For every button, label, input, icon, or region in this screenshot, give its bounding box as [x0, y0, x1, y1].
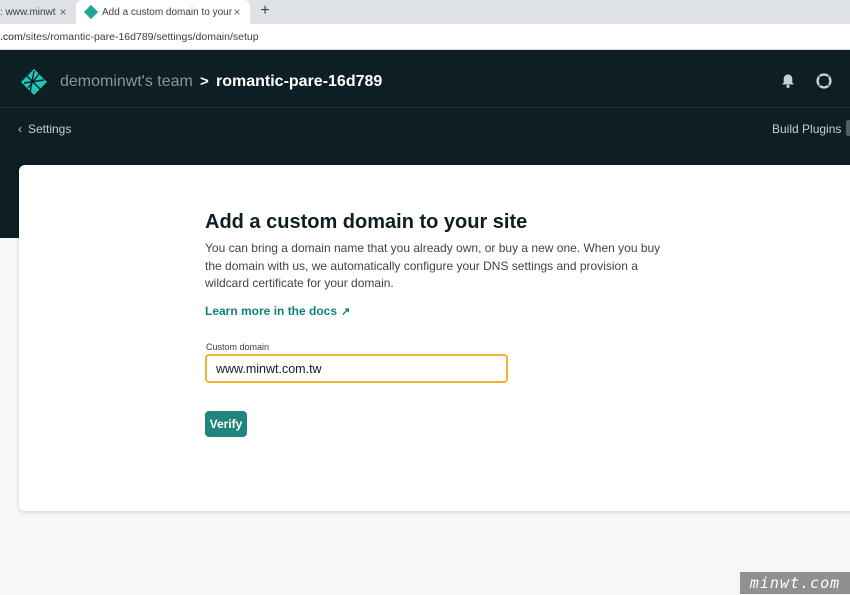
- back-to-settings-link[interactable]: ‹ Settings: [18, 122, 71, 136]
- tab-title: : www.minwt: [0, 6, 56, 18]
- header-divider: [0, 107, 850, 108]
- learn-more-docs-link[interactable]: Learn more in the docs ↗: [205, 304, 350, 318]
- breadcrumb-separator: >: [200, 73, 209, 90]
- new-tab-button[interactable]: +: [256, 2, 274, 20]
- netlify-favicon-icon: [83, 4, 99, 20]
- custom-domain-label: Custom domain: [206, 342, 270, 352]
- lifebuoy-help-icon[interactable]: [816, 73, 832, 89]
- url-text[interactable]: .com/sites/romantic-pare-16d789/settings…: [0, 31, 259, 43]
- scroll-edge-indicator: [846, 120, 850, 136]
- browser-tab-bar: : www.minwt × Add a custom domain to you…: [0, 0, 850, 24]
- url-domain: .com: [0, 31, 23, 43]
- chevron-left-icon: ‹: [18, 122, 22, 136]
- site-name-link[interactable]: romantic-pare-16d789: [216, 73, 382, 91]
- docs-link-label: Learn more in the docs: [205, 304, 338, 318]
- build-plugins-link[interactable]: Build Plugins: [772, 122, 841, 136]
- verify-button[interactable]: Verify: [205, 411, 247, 437]
- external-link-icon: ↗: [341, 305, 351, 318]
- back-link-label: Settings: [28, 122, 72, 136]
- url-path: /sites/romantic-pare-16d789/settings/dom…: [22, 31, 259, 43]
- netlify-logo-icon[interactable]: [20, 68, 48, 96]
- setup-description: You can bring a domain name that you alr…: [205, 241, 661, 290]
- bell-icon[interactable]: [780, 73, 796, 89]
- tab-title: Add a custom domain to your site: [102, 6, 232, 18]
- close-icon[interactable]: ×: [56, 5, 70, 19]
- watermark: minwt.com: [740, 572, 850, 594]
- browser-tab-minwt[interactable]: : www.minwt ×: [0, 0, 76, 24]
- page-title: Add a custom domain to your site: [205, 211, 528, 233]
- address-bar[interactable]: .com/sites/romantic-pare-16d789/settings…: [0, 24, 850, 50]
- close-icon[interactable]: ×: [230, 5, 244, 19]
- browser-tab-active[interactable]: Add a custom domain to your site ×: [76, 0, 250, 24]
- team-link[interactable]: demominwt's team: [60, 73, 193, 91]
- custom-domain-input[interactable]: [205, 354, 508, 383]
